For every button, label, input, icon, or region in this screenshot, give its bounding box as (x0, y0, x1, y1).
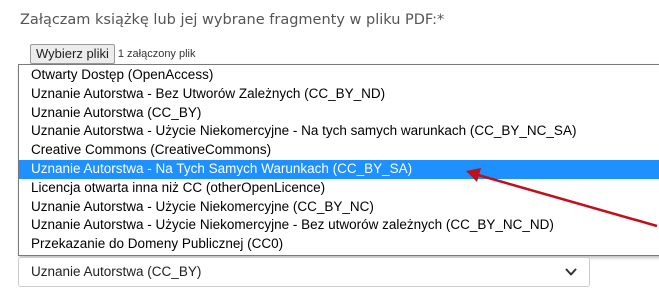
dropdown-option[interactable]: Uznanie Autorstwa (CC_BY) (19, 104, 659, 123)
dropdown-option[interactable]: Uznanie Autorstwa - Użycie Niekomercyjne… (19, 122, 659, 141)
dropdown-option[interactable]: Uznanie Autorstwa - Bez Utworów Zależnyc… (19, 85, 659, 104)
file-status-text: 1 załączony plik (117, 48, 196, 60)
chevron-down-icon (565, 268, 577, 276)
license-upload-label: Załączam książkę lub jej wybrane fragmen… (20, 12, 445, 28)
license-select[interactable]: Uznanie Autorstwa (CC_BY) (18, 257, 590, 287)
dropdown-option[interactable]: Uznanie Autorstwa - Użycie Niekomercyjne… (19, 216, 659, 235)
dropdown-option[interactable]: Licencja otwarta inna niż CC (otherOpenL… (19, 179, 659, 198)
file-picker: Wybierz pliki 1 załączony plik (30, 43, 196, 65)
dropdown-option[interactable]: Uznanie Autorstwa - Użycie Niekomercyjne… (19, 198, 659, 217)
choose-files-button[interactable]: Wybierz pliki (30, 44, 115, 64)
dropdown-option[interactable]: Przekazanie do Domeny Publicznej (CC0) (19, 235, 659, 254)
dropdown-option[interactable]: Uznanie Autorstwa - Na Tych Samych Warun… (19, 159, 659, 179)
license-dropdown-list: Otwarty Dostęp (OpenAccess) Uznanie Auto… (18, 64, 659, 256)
dropdown-option[interactable]: Otwarty Dostęp (OpenAccess) (19, 66, 659, 85)
license-select-value: Uznanie Autorstwa (CC_BY) (31, 264, 202, 279)
dropdown-option[interactable]: Creative Commons (CreativeCommons) (19, 141, 659, 160)
